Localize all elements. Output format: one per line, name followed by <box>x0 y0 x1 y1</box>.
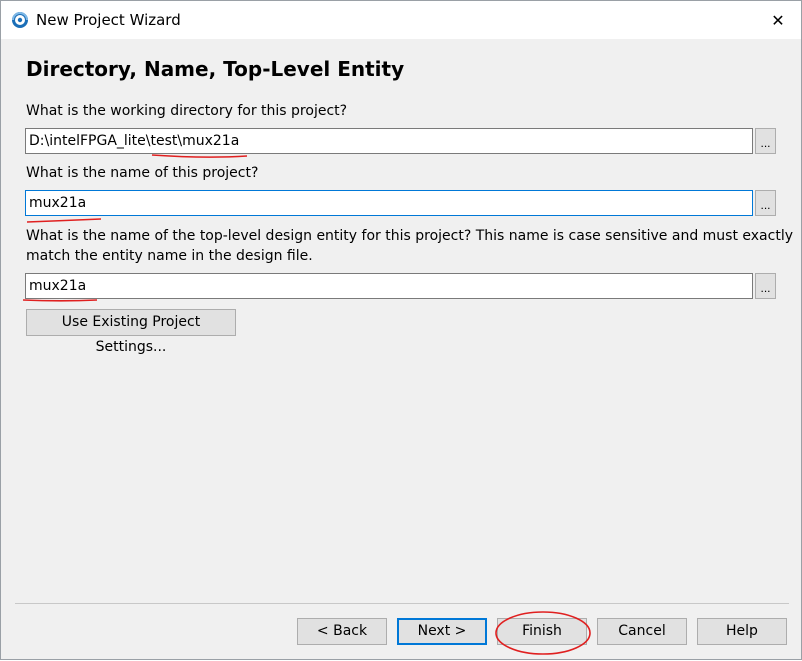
finish-button[interactable]: Finish <box>497 618 587 645</box>
project-name-input[interactable] <box>25 190 753 216</box>
footer-separator <box>15 603 789 604</box>
entity-label-line1: What is the name of the top-level design… <box>26 228 793 244</box>
page-heading: Directory, Name, Top-Level Entity <box>26 57 405 81</box>
directory-underline-annotation <box>151 154 248 158</box>
entity-label-line2: match the entity name in the design file… <box>26 248 313 264</box>
next-button[interactable]: Next > <box>397 618 487 645</box>
cancel-button[interactable]: Cancel <box>597 618 687 645</box>
project-name-label: What is the name of this project? <box>26 165 259 181</box>
browse-entity-button[interactable]: ... <box>755 273 776 299</box>
close-button[interactable]: ✕ <box>755 1 801 39</box>
name-underline-annotation <box>26 218 102 223</box>
window-title: New Project Wizard <box>36 11 181 29</box>
browse-name-button[interactable]: ... <box>755 190 776 216</box>
quartus-app-icon <box>11 11 29 29</box>
browse-directory-button[interactable]: ... <box>755 128 776 154</box>
directory-label: What is the working directory for this p… <box>26 103 348 119</box>
back-button[interactable]: < Back <box>297 618 387 645</box>
title-bar: New Project Wizard ✕ <box>1 1 801 39</box>
help-button[interactable]: Help <box>697 618 787 645</box>
working-directory-input[interactable] <box>25 128 753 154</box>
close-icon: ✕ <box>771 10 785 30</box>
top-level-entity-input[interactable] <box>25 273 753 299</box>
entity-underline-annotation <box>22 299 98 302</box>
new-project-wizard-window: New Project Wizard ✕ Directory, Name, To… <box>0 0 802 660</box>
use-existing-settings-button[interactable]: Use Existing Project Settings... <box>26 309 236 355</box>
